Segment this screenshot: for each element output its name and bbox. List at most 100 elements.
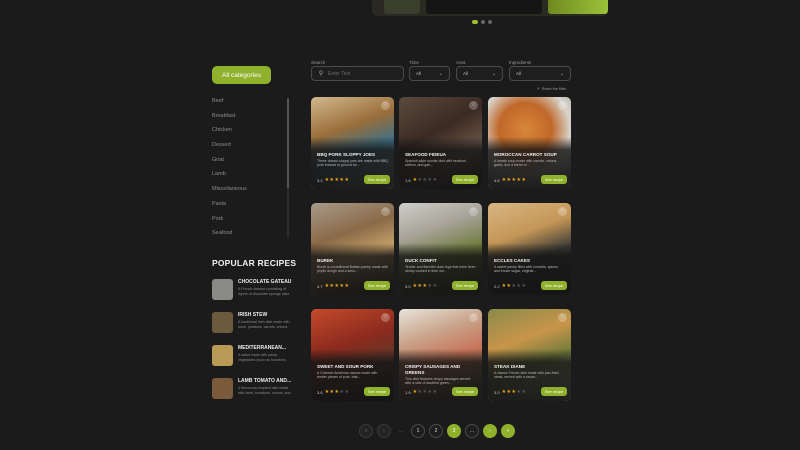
star-icon: ★ <box>432 283 437 289</box>
page-button-3[interactable]: 3 <box>447 424 461 438</box>
star-icon: ★ <box>521 283 526 289</box>
category-item-pasta[interactable]: Pasta <box>212 200 292 215</box>
heart-icon[interactable]: ♡ <box>381 207 390 216</box>
popular-recipe-desc: A Moroccan-inspired dish made with lamb,… <box>238 386 291 395</box>
recipe-thumbnail <box>212 312 233 333</box>
popular-recipe-item[interactable]: LAMB TOMATO AND... A Moroccan-inspired di… <box>212 378 297 411</box>
category-item-lamb[interactable]: Lamb <box>212 170 292 185</box>
category-item-dessert[interactable]: Dessert <box>212 141 292 156</box>
popular-recipe-item[interactable]: MEDITERRANEAN... A salad made with pasta,… <box>212 345 297 378</box>
heart-icon[interactable]: ♡ <box>469 101 478 110</box>
area-select[interactable]: All ⌄ <box>456 66 503 81</box>
star-icon: ★ <box>324 389 330 395</box>
recipe-card[interactable]: ♡ SEAFOOD FIDEUA Spanish-style noodle dish… <box>399 97 482 189</box>
rating-value: 3.2 <box>317 178 323 183</box>
see-recipe-button[interactable]: See recipe <box>541 387 567 396</box>
see-recipe-button[interactable]: See recipe <box>541 281 567 290</box>
recipe-card[interactable]: ♡ STEAK DIANE A classic French dish made w… <box>488 309 571 401</box>
popular-recipe-item[interactable]: CHOCOLATE GATEAU A French dessert consist… <box>212 279 297 312</box>
see-recipe-button[interactable]: See recipe <box>452 387 478 396</box>
recipe-rating: 4.6 ★ ★ ★ ★ ★ <box>494 178 526 184</box>
see-recipe-button[interactable]: See recipe <box>452 281 478 290</box>
time-select[interactable]: All ⌄ <box>409 66 450 81</box>
category-item-miscellaneous[interactable]: Miscellaneous <box>212 185 292 200</box>
recipe-desc: Burek is a traditional Balkan pastry mad… <box>317 265 388 274</box>
reset-filter-button[interactable]: × Reset the filter <box>537 86 566 91</box>
popular-recipe-name: MEDITERRANEAN... <box>238 345 287 351</box>
ingredients-select-value: All <box>516 71 522 76</box>
carousel-dot-active[interactable] <box>472 20 478 24</box>
category-item-breakfast[interactable]: Breakfast <box>212 112 292 127</box>
chevron-down-icon: ⌄ <box>559 70 564 77</box>
recipe-card[interactable]: ♡ ECCLES CAKES A sweet pastry filled with … <box>488 203 571 295</box>
popular-recipe-text: CHOCOLATE GATEAU A French dessert consist… <box>238 279 294 312</box>
recipe-card[interactable]: ♡ BUREK Burek is a traditional Balkan past… <box>311 203 394 295</box>
rating-stars: ★ ★ ★ ★ ★ <box>502 178 526 183</box>
heart-icon[interactable]: ♡ <box>469 313 478 322</box>
star-icon: ★ <box>506 177 512 183</box>
recipe-card[interactable]: ♡ CRISPY SAUSAGES AND GREENS This dish fea… <box>399 309 482 401</box>
hero-slide <box>548 0 608 14</box>
hero-carousel[interactable] <box>372 0 608 16</box>
category-item-goat[interactable]: Goat <box>212 156 292 171</box>
prev-page-button[interactable]: ‹ <box>377 424 391 438</box>
see-recipe-button[interactable]: See recipe <box>364 175 390 184</box>
pagination: « ‹ ... 1 2 3 ... › » <box>359 424 515 438</box>
star-icon: ★ <box>432 177 437 183</box>
star-icon: ★ <box>417 389 423 395</box>
star-icon: ★ <box>334 283 340 289</box>
see-recipe-button[interactable]: See recipe <box>364 281 390 290</box>
time-select-value: All <box>416 71 422 76</box>
heart-icon[interactable]: ♡ <box>558 207 567 216</box>
heart-icon[interactable]: ♡ <box>381 313 390 322</box>
popular-recipe-name: CHOCOLATE GATEAU <box>238 279 292 285</box>
search-input[interactable] <box>328 70 398 77</box>
star-icon: ★ <box>344 283 349 289</box>
recipe-title: BUREK <box>317 258 334 263</box>
rating-value: 2.2 <box>494 284 500 289</box>
category-item-seafood[interactable]: Seafood <box>212 229 292 244</box>
heart-icon[interactable]: ♡ <box>558 313 567 322</box>
star-icon: ★ <box>506 283 512 289</box>
pagination-ellipsis-button[interactable]: ... <box>465 424 479 438</box>
category-item-chicken[interactable]: Chicken <box>212 126 292 141</box>
star-icon: ★ <box>501 283 507 289</box>
carousel-dot[interactable] <box>481 20 485 24</box>
rating-value: 3.6 <box>317 390 323 395</box>
close-icon: × <box>537 86 540 91</box>
see-recipe-button[interactable]: See recipe <box>364 387 390 396</box>
recipe-card[interactable]: ♡ SWEET AND SOUR PORK A Chinese-American c… <box>311 309 394 401</box>
all-categories-button[interactable]: All categories <box>212 66 271 84</box>
star-icon: ★ <box>339 389 344 395</box>
carousel-dot[interactable] <box>488 20 492 24</box>
see-recipe-button[interactable]: See recipe <box>452 175 478 184</box>
star-icon: ★ <box>339 177 344 183</box>
page-button-1[interactable]: 1 <box>411 424 425 438</box>
star-icon: ★ <box>501 177 507 183</box>
search-label: Search <box>311 60 326 65</box>
category-item-beef[interactable]: Beef <box>212 97 292 112</box>
recipe-desc: Tender and flavorful duck legs that have… <box>405 265 476 274</box>
popular-recipe-item[interactable]: IRISH STEW A traditional Irish dish made … <box>212 312 297 345</box>
heart-icon[interactable]: ♡ <box>381 101 390 110</box>
ingredients-select[interactable]: All ⌄ <box>509 66 571 81</box>
first-page-button[interactable]: « <box>359 424 373 438</box>
category-item-pork[interactable]: Pork <box>212 215 292 230</box>
search-field[interactable]: ⚲ <box>311 66 404 81</box>
star-icon: ★ <box>427 389 432 395</box>
next-page-button[interactable]: › <box>483 424 497 438</box>
star-icon: ★ <box>506 389 512 395</box>
recipe-title: STEAK DIANE <box>494 364 526 369</box>
recipe-card[interactable]: ♡ BBQ PORK SLOPPY JOES These classic slopp… <box>311 97 394 189</box>
ingredients-label: Ingredients <box>509 60 532 65</box>
recipe-card[interactable]: ♡ MOROCCAN CARROT SOUP A hearty soup made … <box>488 97 571 189</box>
popular-recipe-text: MEDITERRANEAN... A salad made with pasta,… <box>238 345 294 378</box>
heart-icon[interactable]: ♡ <box>558 101 567 110</box>
recipe-rating: 4.7 ★ ★ ★ ★ ★ <box>317 283 349 290</box>
page-button-2[interactable]: 2 <box>429 424 443 438</box>
star-icon: ★ <box>427 177 432 183</box>
see-recipe-button[interactable]: See recipe <box>541 175 567 184</box>
last-page-button[interactable]: » <box>501 424 515 438</box>
recipe-card[interactable]: ♡ DUCK CONFIT Tender and flavorful duck le… <box>399 203 482 295</box>
heart-icon[interactable]: ♡ <box>469 207 478 216</box>
